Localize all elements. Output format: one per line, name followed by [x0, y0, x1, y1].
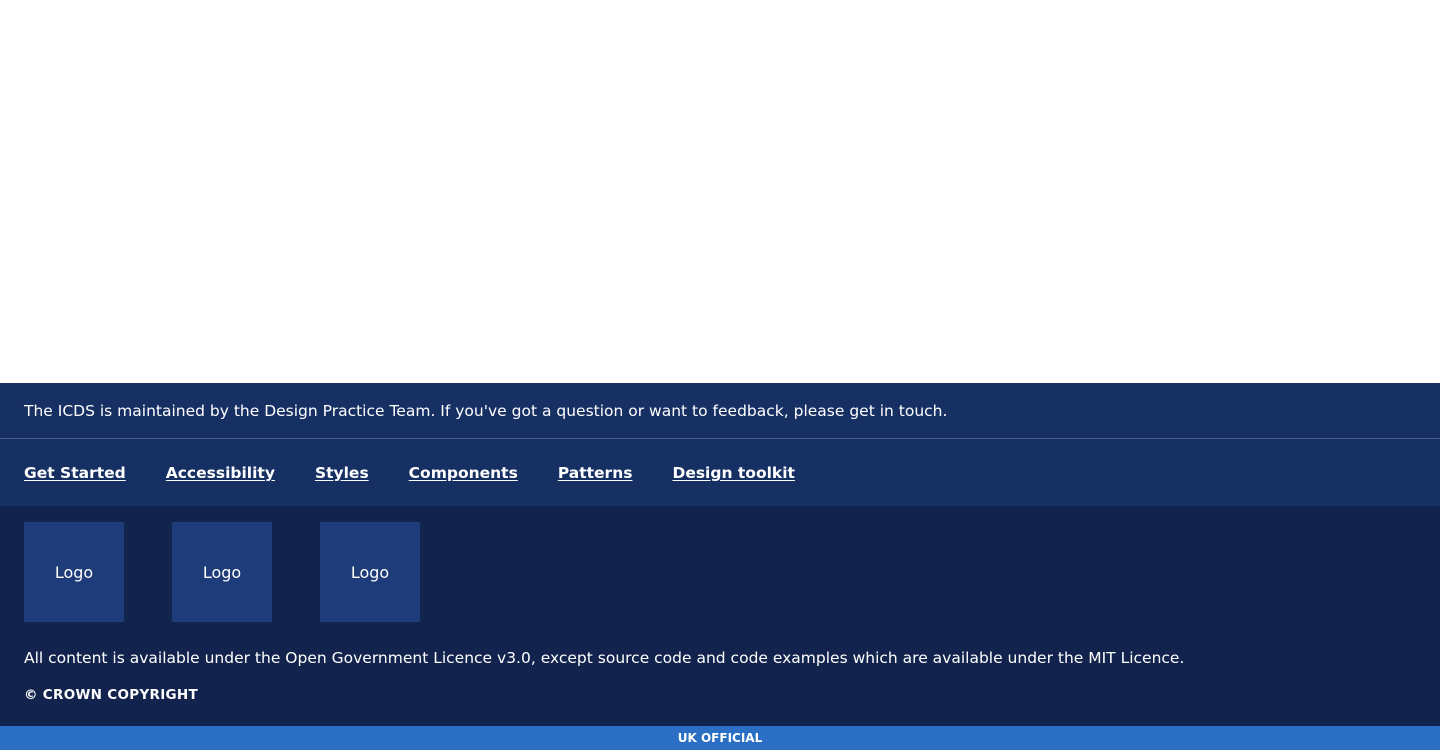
page: The ICDS is maintained by the Design Pra…: [0, 0, 1440, 750]
classification-banner: UK OFFICIAL: [0, 726, 1440, 750]
footer-link-patterns[interactable]: Patterns: [558, 463, 633, 505]
footer-link-design-toolkit[interactable]: Design toolkit: [672, 463, 795, 505]
footer-link-get-started[interactable]: Get Started: [24, 463, 126, 505]
footer-logo: Logo: [24, 522, 124, 622]
footer-link-styles[interactable]: Styles: [315, 463, 369, 505]
footer-bottom: Logo Logo Logo All content is available …: [0, 506, 1440, 726]
main-content-area: [0, 0, 1440, 383]
footer-link-components[interactable]: Components: [409, 463, 518, 505]
footer-logo: Logo: [172, 522, 272, 622]
footer-link-accessibility[interactable]: Accessibility: [166, 463, 275, 505]
footer-top: The ICDS is maintained by the Design Pra…: [0, 383, 1440, 506]
footer-message: The ICDS is maintained by the Design Pra…: [0, 383, 1440, 439]
copyright-text: © CROWN COPYRIGHT: [24, 687, 199, 703]
footer-logos: Logo Logo Logo: [24, 522, 1416, 622]
licence-text: All content is available under the Open …: [24, 649, 1185, 667]
site-footer: The ICDS is maintained by the Design Pra…: [0, 383, 1440, 726]
footer-logo: Logo: [320, 522, 420, 622]
footer-nav: Get Started Accessibility Styles Compone…: [0, 439, 1440, 505]
